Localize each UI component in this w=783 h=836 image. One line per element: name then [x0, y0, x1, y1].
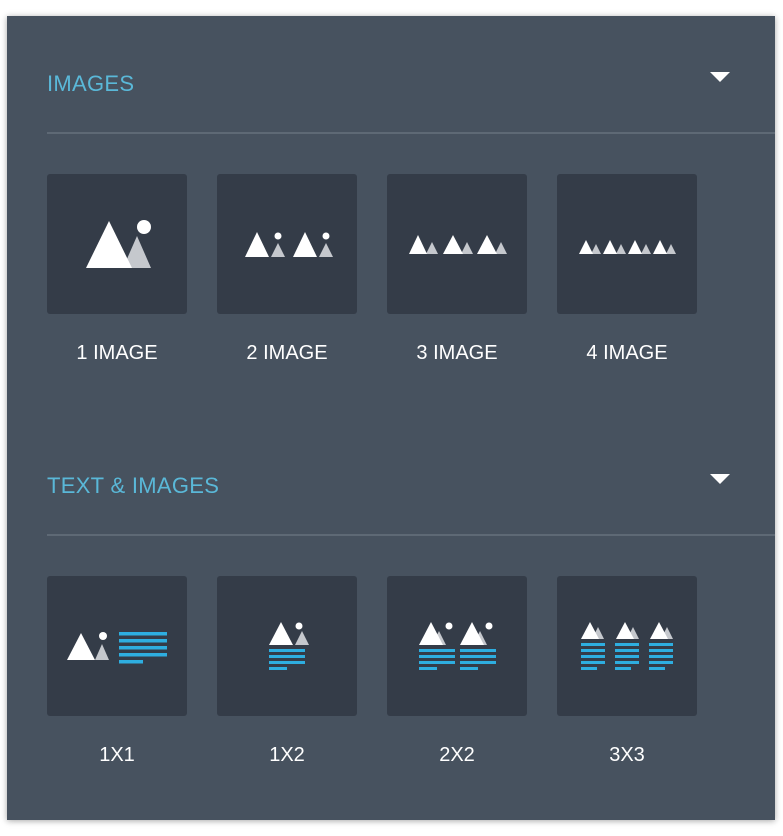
- layout-option-2x2[interactable]: 2X2: [387, 576, 527, 767]
- images-section-divider: [47, 132, 775, 134]
- three-column-text-image-layout-icon: [557, 576, 697, 716]
- images-collapse-caret-icon[interactable]: [710, 72, 730, 82]
- layout-option-label: 1 IMAGE: [76, 342, 158, 364]
- text-images-section-divider: [47, 534, 775, 536]
- single-image-layout-icon: [47, 174, 187, 314]
- text-images-section-title: TEXT & IMAGES: [47, 473, 220, 498]
- image-above-text-layout-icon: [217, 576, 357, 716]
- images-section-title: IMAGES: [47, 71, 135, 96]
- layout-option-label: 1X2: [269, 744, 305, 766]
- four-image-layout-icon: [557, 174, 697, 314]
- layout-option-label: 3X3: [609, 744, 645, 766]
- layout-option-1x2[interactable]: 1X2: [217, 576, 357, 767]
- layout-option-4-image[interactable]: 4 IMAGE: [557, 174, 697, 365]
- layout-option-3-image[interactable]: 3 IMAGE: [387, 174, 527, 365]
- two-image-layout-icon: [217, 174, 357, 314]
- layout-option-label: 1X1: [99, 744, 135, 766]
- layout-option-1x1[interactable]: 1X1: [47, 576, 187, 767]
- image-beside-text-layout-icon: [47, 576, 187, 716]
- three-image-layout-icon: [387, 174, 527, 314]
- layout-option-3x3[interactable]: 3X3: [557, 576, 697, 767]
- layout-option-label: 2 IMAGE: [246, 342, 328, 364]
- layout-option-1-image[interactable]: 1 IMAGE: [47, 174, 187, 365]
- layout-option-label: 3 IMAGE: [416, 342, 498, 364]
- two-column-text-image-layout-icon: [387, 576, 527, 716]
- text-images-collapse-caret-icon[interactable]: [710, 474, 730, 484]
- layout-panel: IMAGES 1 IMAGE 2 IMAGE 3 IMAGE 4 IMAGE T…: [7, 16, 775, 820]
- layout-option-label: 4 IMAGE: [586, 342, 668, 364]
- layout-option-2-image[interactable]: 2 IMAGE: [217, 174, 357, 365]
- layout-option-label: 2X2: [439, 744, 475, 766]
